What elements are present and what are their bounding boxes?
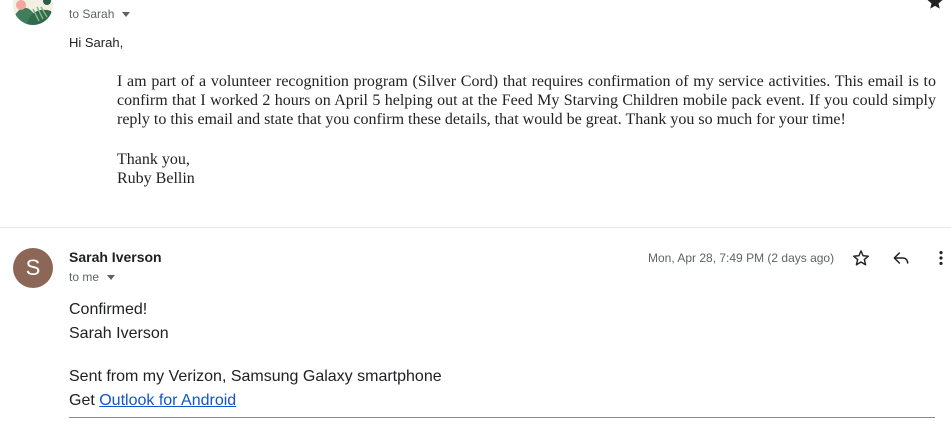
caret-down-icon[interactable] <box>107 274 116 280</box>
signature-name: Ruby Bellin <box>117 170 195 187</box>
recipient-line[interactable]: to me <box>69 270 116 284</box>
more-vert-icon <box>939 251 943 265</box>
caret-down-icon[interactable] <box>122 11 131 17</box>
recipient-text: to Sarah <box>69 7 115 21</box>
recipient-text: to me <box>69 270 100 284</box>
body-line: Sarah Iverson <box>69 325 169 342</box>
email-thread: to Sarah Hi Sarah, I am part of a volunt… <box>0 0 951 421</box>
sender-name[interactable]: Sarah Iverson <box>69 249 162 265</box>
star-icon <box>852 250 870 266</box>
message-1: to Sarah Hi Sarah, I am part of a volunt… <box>0 0 951 228</box>
more-options-button[interactable] <box>929 246 951 270</box>
footer-line: Get Outlook for Android <box>69 389 442 413</box>
message-1-actions <box>925 0 945 17</box>
signature-separator <box>69 417 935 418</box>
message-2: S Sarah Iverson to me Mon, Apr 28, 7:49 … <box>0 228 951 421</box>
email-greeting: Hi Sarah, <box>69 35 124 50</box>
avatar[interactable]: S <box>13 248 53 288</box>
body-line: Confirmed! <box>69 301 148 318</box>
sender-avatar-image[interactable] <box>13 0 53 25</box>
email-signature-block: Thank you, Ruby Bellin <box>117 150 195 188</box>
footer-get-text: Get <box>69 392 100 409</box>
outlook-for-android-link[interactable]: Outlook for Android <box>99 392 236 409</box>
star-icon[interactable] <box>925 0 945 17</box>
reply-button[interactable] <box>889 246 913 270</box>
footer-line: Sent from my Verizon, Samsung Galaxy sma… <box>69 368 442 385</box>
message-timestamp: Mon, Apr 28, 7:49 PM (2 days ago) <box>648 251 835 265</box>
signoff: Thank you, <box>117 151 190 168</box>
star-button[interactable] <box>849 246 873 270</box>
email-body: Confirmed! Sarah Iverson Sent from my Ve… <box>69 298 442 413</box>
reply-icon <box>893 252 909 264</box>
recipient-line[interactable]: to Sarah <box>69 7 131 21</box>
email-body: I am part of a volunteer recognition pro… <box>117 73 936 128</box>
